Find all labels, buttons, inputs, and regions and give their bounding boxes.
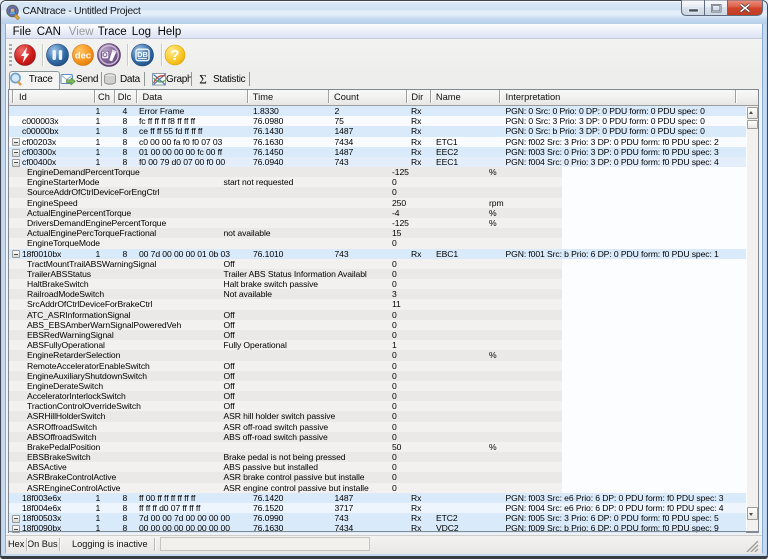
svg-text:dec: dec [75, 49, 91, 60]
svg-text:DB: DB [137, 50, 148, 59]
svg-text:Σ: Σ [199, 72, 207, 87]
svg-text:?: ? [170, 47, 179, 64]
